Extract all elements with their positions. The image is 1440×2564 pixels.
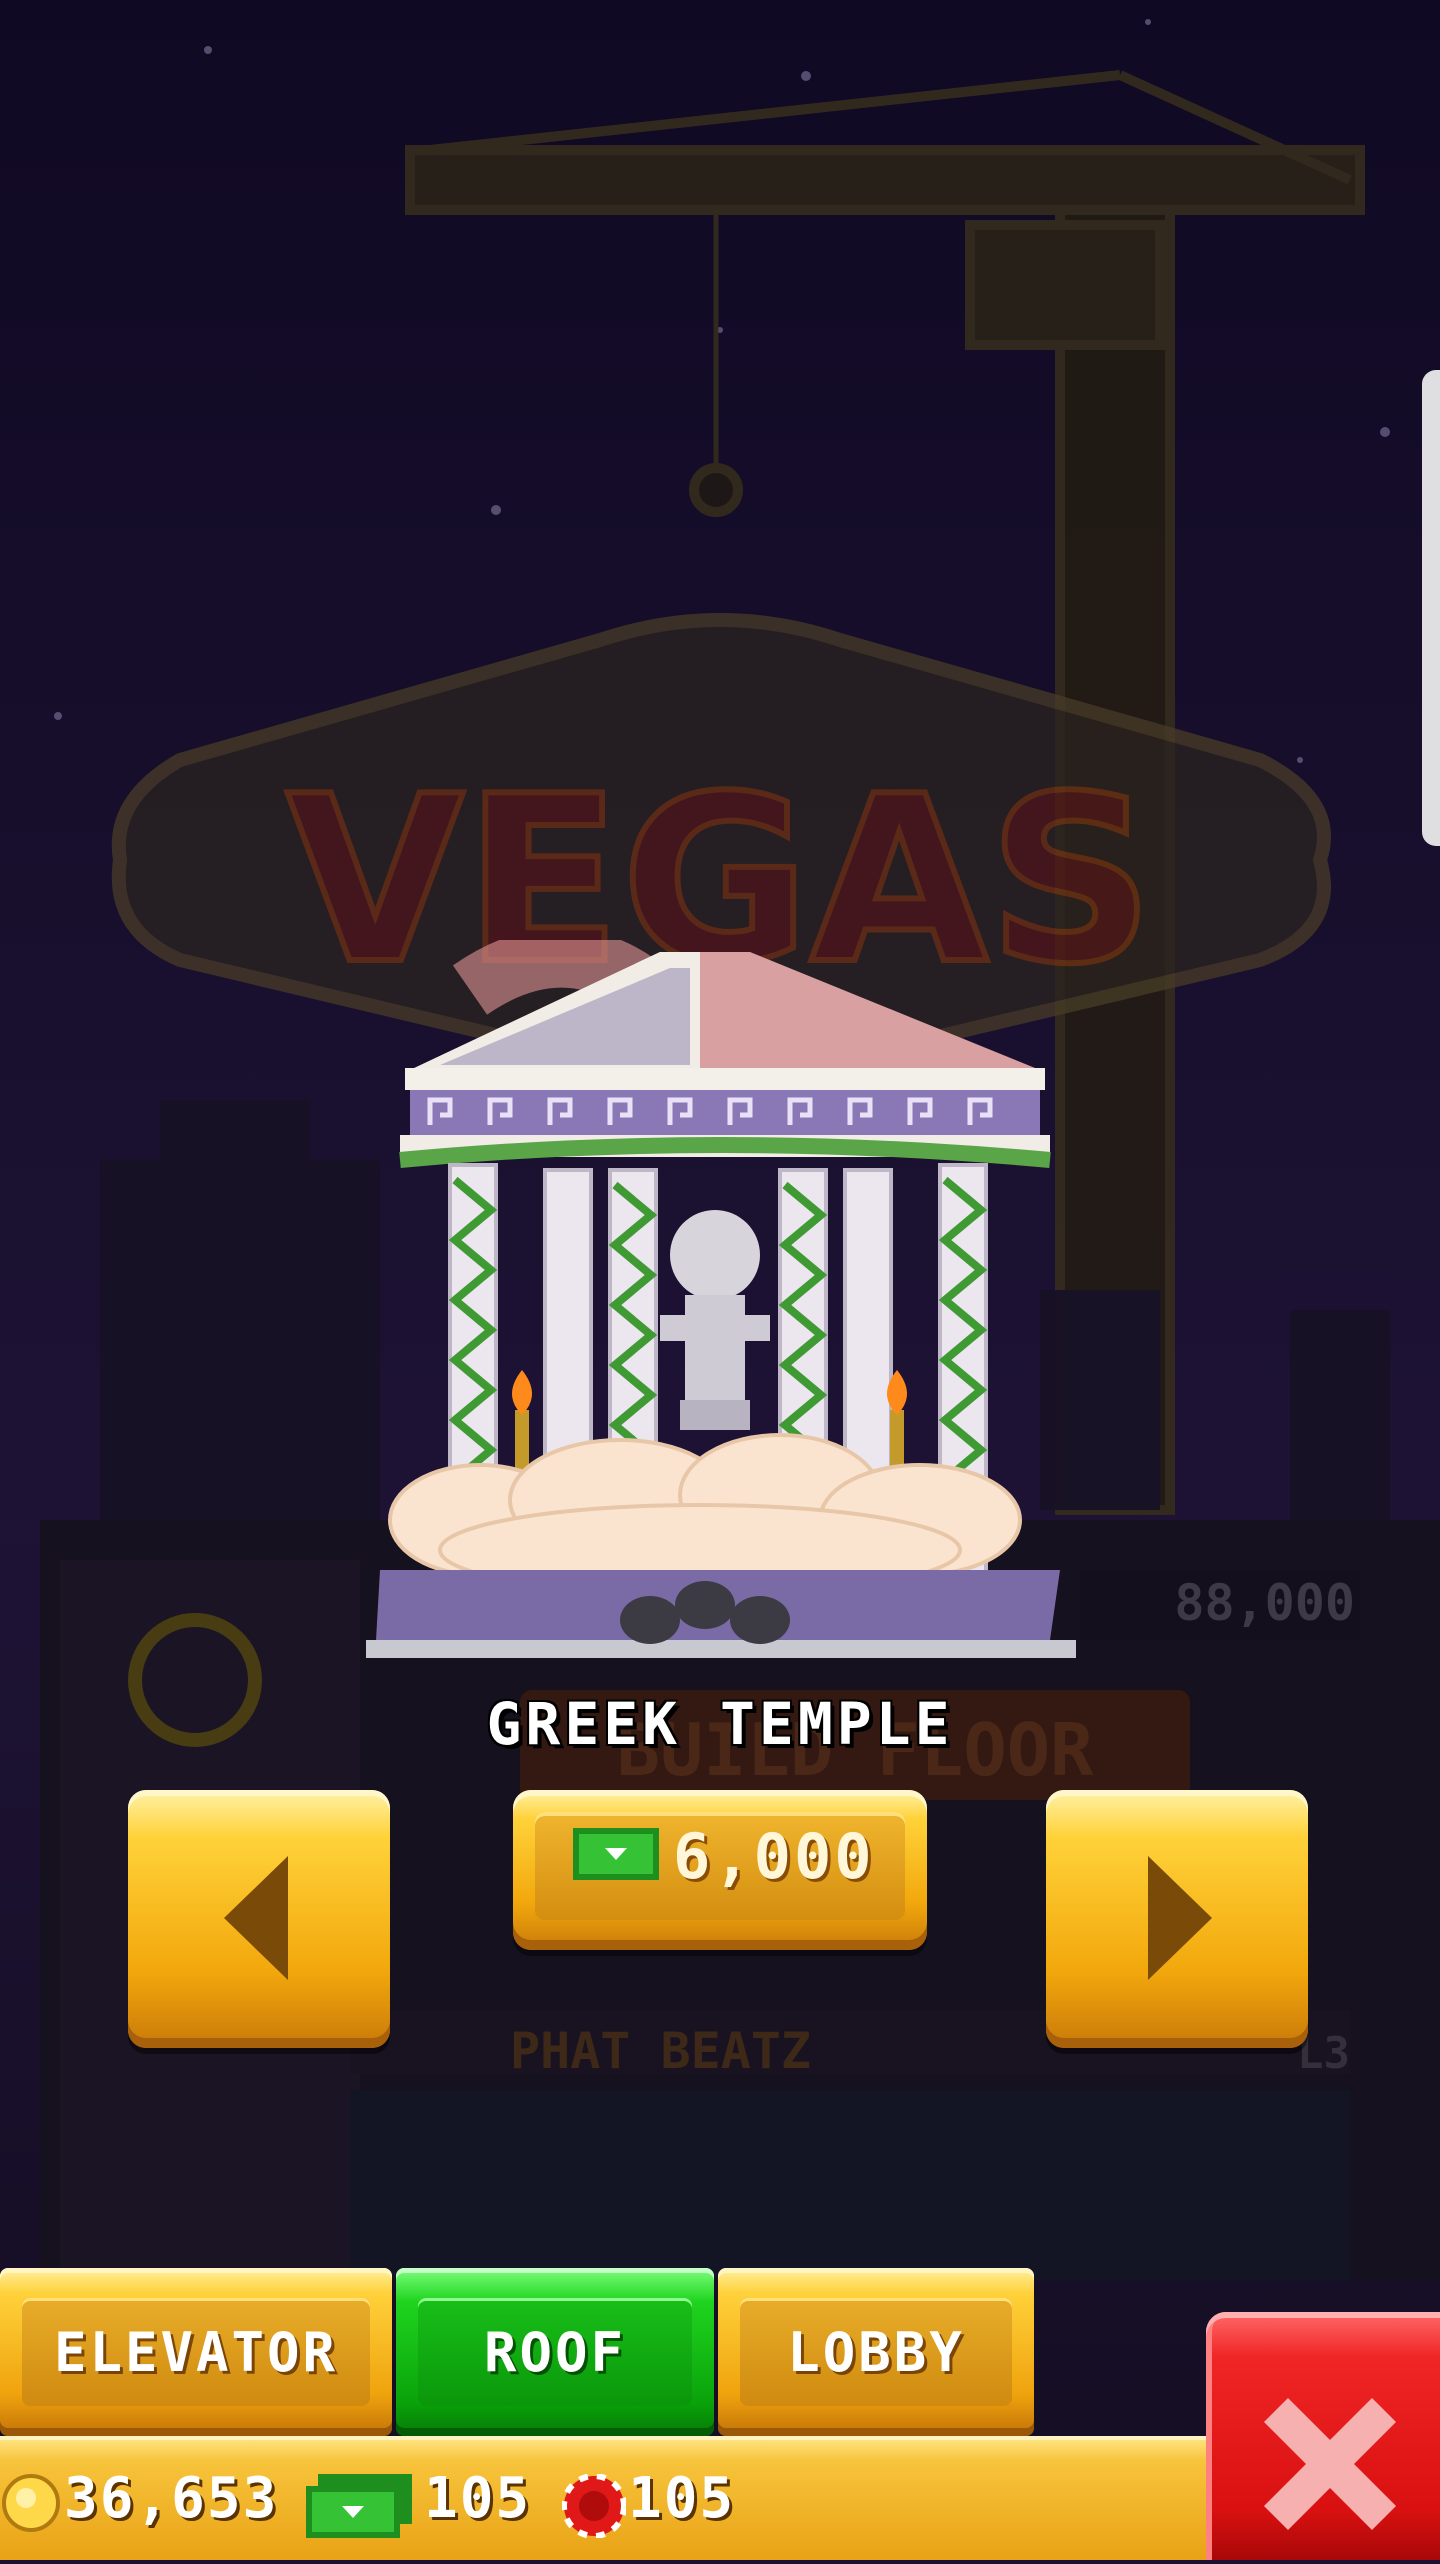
close-x-icon — [1263, 2397, 1397, 2531]
tab-elevator-label: ELEVATOR — [53, 2320, 339, 2384]
chips-value: 105 — [628, 2466, 736, 2531]
close-button[interactable] — [1206, 2312, 1440, 2560]
tower-bux-icon — [573, 1828, 659, 1880]
coin-icon — [2, 2474, 60, 2532]
tab-roof[interactable]: ROOF — [396, 2268, 714, 2436]
buy-price-button[interactable]: 6,000 — [513, 1790, 927, 1950]
price-value: 6,000 — [673, 1820, 875, 1893]
item-title: GREEK TEMPLE — [486, 1690, 954, 1758]
tower-bux-icon — [306, 2474, 412, 2538]
greek-temple-image — [366, 940, 1076, 1658]
tab-roof-label: ROOF — [483, 2320, 627, 2384]
tab-lobby-label: LOBBY — [787, 2320, 965, 2384]
side-scroll-handle[interactable] — [1422, 370, 1440, 846]
tab-lobby[interactable]: LOBBY — [718, 2268, 1034, 2436]
previous-item-button[interactable] — [128, 1790, 390, 2048]
coins-value: 36,653 — [64, 2466, 279, 2531]
casino-chip-icon — [562, 2474, 626, 2538]
next-item-button[interactable] — [1046, 1790, 1308, 2048]
arrow-right-icon — [1148, 1856, 1212, 1980]
tab-elevator[interactable]: ELEVATOR — [0, 2268, 392, 2436]
arrow-left-icon — [224, 1856, 288, 1980]
bux-value: 105 — [424, 2466, 532, 2531]
